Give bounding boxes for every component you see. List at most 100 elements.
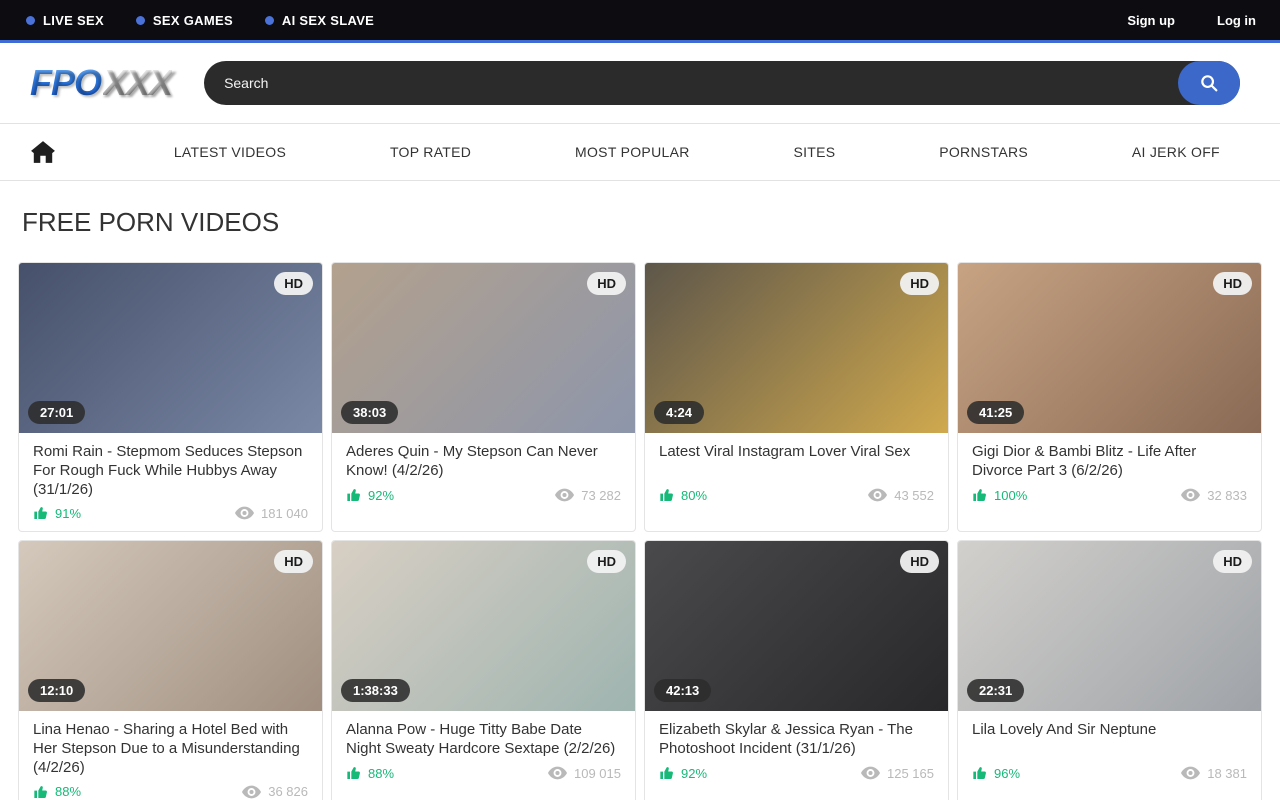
search-bar xyxy=(204,61,1240,105)
video-meta: 80% 43 552 xyxy=(659,487,934,503)
video-thumbnail[interactable]: HD 1:38:33 xyxy=(332,541,635,711)
like-percent: 91% xyxy=(55,506,81,521)
video-card[interactable]: HD 38:03 Aderes Quin - My Stepson Can Ne… xyxy=(331,262,636,532)
like-percent: 100% xyxy=(994,488,1027,503)
duration-badge: 41:25 xyxy=(967,401,1024,424)
thumbs-up-icon xyxy=(659,487,675,503)
eye-icon xyxy=(242,785,261,799)
top-link-sex-games[interactable]: SEX GAMES xyxy=(136,13,233,28)
hd-badge: HD xyxy=(587,550,626,573)
site-logo[interactable]: FPOXXX xyxy=(30,62,172,104)
eye-icon xyxy=(1181,766,1200,780)
video-title[interactable]: Gigi Dior & Bambi Blitz - Life After Div… xyxy=(972,443,1247,481)
video-card[interactable]: HD 1:38:33 Alanna Pow - Huge Titty Babe … xyxy=(331,540,636,800)
video-grid: HD 27:01 Romi Rain - Stepmom Seduces Ste… xyxy=(18,262,1262,800)
top-links: LIVE SEX SEX GAMES AI SEX SLAVE xyxy=(26,13,374,28)
video-card[interactable]: HD 4:24 Latest Viral Instagram Lover Vir… xyxy=(644,262,949,532)
like-percent: 88% xyxy=(55,784,81,799)
hd-badge: HD xyxy=(900,550,939,573)
duration-badge: 1:38:33 xyxy=(341,679,410,702)
video-thumbnail[interactable]: HD 38:03 xyxy=(332,263,635,433)
eye-icon xyxy=(235,506,254,520)
view-count: 18 381 xyxy=(1207,766,1247,781)
video-thumbnail[interactable]: HD 22:31 xyxy=(958,541,1261,711)
video-title[interactable]: Elizabeth Skylar & Jessica Ryan - The Ph… xyxy=(659,721,934,759)
hd-badge: HD xyxy=(274,272,313,295)
signup-link[interactable]: Sign up xyxy=(1127,13,1175,28)
video-info: Romi Rain - Stepmom Seduces Stepson For … xyxy=(19,433,322,531)
video-info: Gigi Dior & Bambi Blitz - Life After Div… xyxy=(958,433,1261,513)
search-input[interactable] xyxy=(204,61,1240,105)
nav-item-latest-videos[interactable]: LATEST VIDEOS xyxy=(174,144,286,160)
view-count: 109 015 xyxy=(574,766,621,781)
logo-secondary-text: XXX xyxy=(103,62,172,103)
top-bar: LIVE SEX SEX GAMES AI SEX SLAVE Sign up … xyxy=(0,0,1280,43)
duration-badge: 42:13 xyxy=(654,679,711,702)
video-thumbnail[interactable]: HD 41:25 xyxy=(958,263,1261,433)
top-link-label: AI SEX SLAVE xyxy=(282,13,374,28)
video-card[interactable]: HD 41:25 Gigi Dior & Bambi Blitz - Life … xyxy=(957,262,1262,532)
video-info: Latest Viral Instagram Lover Viral Sex 8… xyxy=(645,433,948,513)
eye-icon xyxy=(1181,488,1200,502)
bullet-dot-icon xyxy=(265,16,274,25)
view-count: 73 282 xyxy=(581,488,621,503)
nav-item-pornstars[interactable]: PORNSTARS xyxy=(939,144,1028,160)
hd-badge: HD xyxy=(274,550,313,573)
duration-badge: 22:31 xyxy=(967,679,1024,702)
video-title[interactable]: Lina Henao - Sharing a Hotel Bed with He… xyxy=(33,721,308,777)
thumbs-up-icon xyxy=(346,487,362,503)
video-title[interactable]: Lila Lovely And Sir Neptune xyxy=(972,721,1247,759)
view-count: 36 826 xyxy=(268,784,308,799)
bullet-dot-icon xyxy=(136,16,145,25)
view-count: 43 552 xyxy=(894,488,934,503)
top-link-ai-sex-slave[interactable]: AI SEX SLAVE xyxy=(265,13,374,28)
nav-item-ai-jerk-off[interactable]: AI JERK OFF xyxy=(1132,144,1220,160)
nav-item-sites[interactable]: SITES xyxy=(793,144,835,160)
video-card[interactable]: HD 12:10 Lina Henao - Sharing a Hotel Be… xyxy=(18,540,323,800)
video-title[interactable]: Romi Rain - Stepmom Seduces Stepson For … xyxy=(33,443,308,499)
main-nav: LATEST VIDEOS TOP RATED MOST POPULAR SIT… xyxy=(0,123,1280,181)
like-percent: 92% xyxy=(368,488,394,503)
video-thumbnail[interactable]: HD 27:01 xyxy=(19,263,322,433)
video-title[interactable]: Latest Viral Instagram Lover Viral Sex xyxy=(659,443,934,481)
video-meta: 92% 73 282 xyxy=(346,487,621,503)
video-title[interactable]: Alanna Pow - Huge Titty Babe Date Night … xyxy=(346,721,621,759)
nav-home[interactable] xyxy=(30,140,70,164)
like-percent: 96% xyxy=(994,766,1020,781)
duration-badge: 38:03 xyxy=(341,401,398,424)
video-thumbnail[interactable]: HD 12:10 xyxy=(19,541,322,711)
login-link[interactable]: Log in xyxy=(1217,13,1256,28)
video-card[interactable]: HD 42:13 Elizabeth Skylar & Jessica Ryan… xyxy=(644,540,949,800)
nav-item-top-rated[interactable]: TOP RATED xyxy=(390,144,471,160)
video-card[interactable]: HD 27:01 Romi Rain - Stepmom Seduces Ste… xyxy=(18,262,323,532)
thumbs-up-icon xyxy=(972,487,988,503)
top-link-label: SEX GAMES xyxy=(153,13,233,28)
auth-links: Sign up Log in xyxy=(1127,13,1256,28)
like-percent: 88% xyxy=(368,766,394,781)
video-meta: 96% 18 381 xyxy=(972,765,1247,781)
video-title[interactable]: Aderes Quin - My Stepson Can Never Know!… xyxy=(346,443,621,481)
top-link-live-sex[interactable]: LIVE SEX xyxy=(26,13,104,28)
video-meta: 92% 125 165 xyxy=(659,765,934,781)
logo-primary-text: FPO xyxy=(30,62,103,103)
video-meta: 100% 32 833 xyxy=(972,487,1247,503)
view-count: 181 040 xyxy=(261,506,308,521)
duration-badge: 12:10 xyxy=(28,679,85,702)
hd-badge: HD xyxy=(587,272,626,295)
video-info: Elizabeth Skylar & Jessica Ryan - The Ph… xyxy=(645,711,948,791)
search-button[interactable] xyxy=(1178,61,1240,105)
nav-item-most-popular[interactable]: MOST POPULAR xyxy=(575,144,690,160)
eye-icon xyxy=(548,766,567,780)
video-thumbnail[interactable]: HD 42:13 xyxy=(645,541,948,711)
video-info: Alanna Pow - Huge Titty Babe Date Night … xyxy=(332,711,635,791)
view-count: 32 833 xyxy=(1207,488,1247,503)
bullet-dot-icon xyxy=(26,16,35,25)
video-thumbnail[interactable]: HD 4:24 xyxy=(645,263,948,433)
video-card[interactable]: HD 22:31 Lila Lovely And Sir Neptune 96%… xyxy=(957,540,1262,800)
view-count: 125 165 xyxy=(887,766,934,781)
top-link-label: LIVE SEX xyxy=(43,13,104,28)
video-meta: 88% 109 015 xyxy=(346,765,621,781)
duration-badge: 4:24 xyxy=(654,401,704,424)
search-icon xyxy=(1198,72,1220,94)
video-info: Lina Henao - Sharing a Hotel Bed with He… xyxy=(19,711,322,800)
